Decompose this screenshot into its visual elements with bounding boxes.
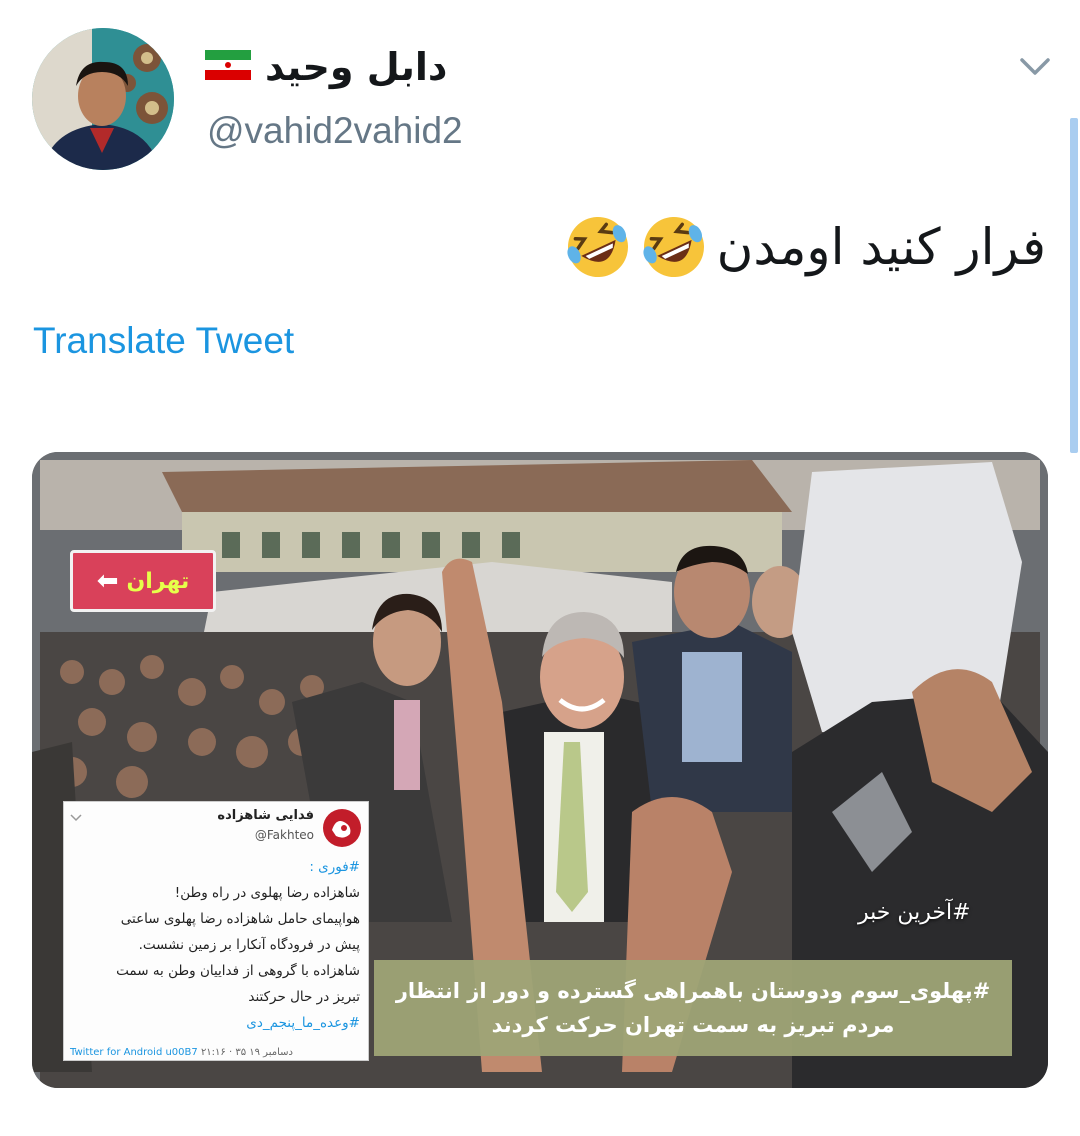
tweet-media-image[interactable]: ⬅ تهران فدایی شاهزاده @Fakhteo #فوری : ش… — [32, 452, 1048, 1088]
embedded-line: شاهزاده با گروهی از فداییان وطن به سمت — [116, 963, 360, 979]
street-sign: ⬅ تهران — [70, 550, 216, 612]
embedded-tweet-body: #فوری : شاهزاده رضا پهلوی در راه وطن! هو… — [70, 854, 360, 1036]
rofl-emoji-icon — [641, 214, 707, 280]
translate-tweet-link[interactable]: Translate Tweet — [33, 320, 294, 362]
embedded-line: شاهزاده رضا پهلوی در راه وطن! — [174, 885, 360, 901]
street-sign-text: تهران — [126, 568, 190, 594]
caption-line: #پهلوی_سوم ودوستان باهمراهی گسترده و دور… — [395, 979, 991, 1003]
author-name[interactable]: دابل وحید — [265, 45, 447, 89]
embedded-source: Twitter for Android u00B7 — [70, 1047, 198, 1058]
embedded-line: هواپیمای حامل شاهزاده رضا پهلوی ساعتی — [120, 911, 360, 927]
news-hashtag: #آخرین خبر — [858, 900, 971, 925]
embedded-author-name: فدایی شاهزاده — [217, 808, 314, 823]
embedded-tweet-footer: Twitter for Android u00B7 ۲۱:۱۶ · ۳۵ دسا… — [70, 1047, 293, 1058]
flag-icon — [205, 50, 251, 84]
embedded-hashtag: #فوری : — [309, 859, 360, 875]
author-row: دابل وحید — [205, 44, 447, 90]
caption-line: مردم تبریز به سمت تهران حرکت کردند — [491, 1013, 895, 1037]
embedded-tweet-screenshot: فدایی شاهزاده @Fakhteo #فوری : شاهزاده ر… — [63, 801, 369, 1061]
embedded-line: تبریز در حال حرکتند — [248, 989, 360, 1005]
image-caption-banner: #پهلوی_سوم ودوستان باهمراهی گسترده و دور… — [374, 960, 1012, 1056]
embedded-author-handle: @Fakhteo — [254, 828, 314, 842]
avatar[interactable] — [32, 28, 174, 170]
chevron-down-icon[interactable] — [1018, 52, 1052, 82]
chevron-down-icon — [70, 808, 82, 822]
arrow-left-icon: ⬅ — [96, 566, 119, 596]
channel-logo-icon — [322, 808, 362, 848]
tweet-text-content: فرار کنید اومدن — [716, 218, 1046, 276]
author-handle[interactable]: @vahid2vahid2 — [207, 110, 463, 152]
embedded-hashtag: #وعده_ما_پنجم_دی — [246, 1015, 360, 1031]
embedded-line: پیش در فرودگاه آنکارا بر زمین نشست. — [138, 937, 360, 953]
tweet-text: فرار کنید اومدن — [565, 205, 1046, 289]
embedded-timestamp: ۲۱:۱۶ · ۳۵ دسامبر ۱۹ — [200, 1047, 293, 1058]
scroll-indicator[interactable] — [1070, 118, 1078, 453]
rofl-emoji-icon — [565, 214, 631, 280]
